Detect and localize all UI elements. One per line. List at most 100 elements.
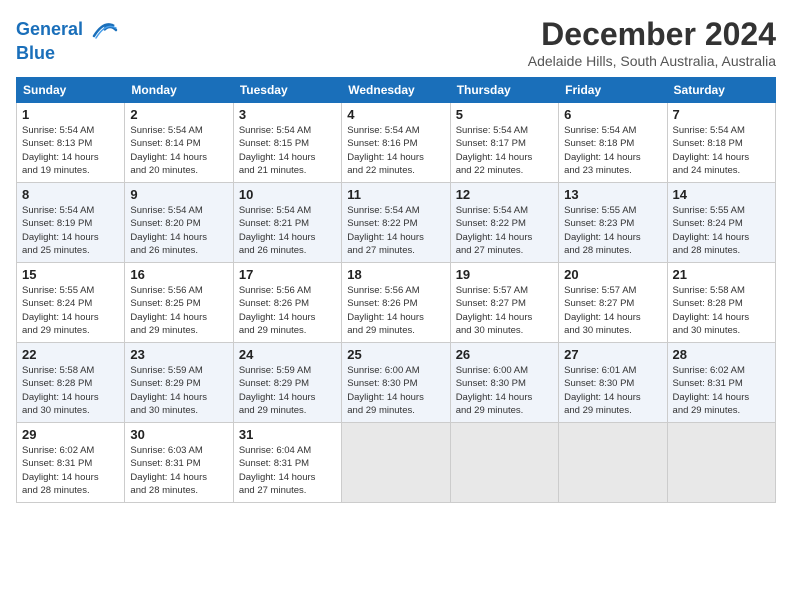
day-info: Sunrise: 5:54 AM Sunset: 8:22 PM Dayligh… — [456, 204, 553, 257]
day-number: 27 — [564, 347, 661, 362]
logo-text: General — [16, 16, 118, 44]
header-day-sunday: Sunday — [17, 78, 125, 103]
day-number: 18 — [347, 267, 444, 282]
calendar-cell: 20 Sunrise: 5:57 AM Sunset: 8:27 PM Dayl… — [559, 263, 667, 343]
calendar-cell: 21 Sunrise: 5:58 AM Sunset: 8:28 PM Dayl… — [667, 263, 775, 343]
calendar-cell: 22 Sunrise: 5:58 AM Sunset: 8:28 PM Dayl… — [17, 343, 125, 423]
day-number: 24 — [239, 347, 336, 362]
calendar-cell: 13 Sunrise: 5:55 AM Sunset: 8:23 PM Dayl… — [559, 183, 667, 263]
day-info: Sunrise: 5:56 AM Sunset: 8:26 PM Dayligh… — [347, 284, 444, 337]
calendar-cell: 28 Sunrise: 6:02 AM Sunset: 8:31 PM Dayl… — [667, 343, 775, 423]
day-info: Sunrise: 5:55 AM Sunset: 8:24 PM Dayligh… — [22, 284, 119, 337]
day-number: 28 — [673, 347, 770, 362]
header-day-friday: Friday — [559, 78, 667, 103]
calendar-cell: 9 Sunrise: 5:54 AM Sunset: 8:20 PM Dayli… — [125, 183, 233, 263]
calendar-cell: 11 Sunrise: 5:54 AM Sunset: 8:22 PM Dayl… — [342, 183, 450, 263]
calendar-cell: 17 Sunrise: 5:56 AM Sunset: 8:26 PM Dayl… — [233, 263, 341, 343]
day-number: 8 — [22, 187, 119, 202]
week-row-4: 22 Sunrise: 5:58 AM Sunset: 8:28 PM Dayl… — [17, 343, 776, 423]
header-day-wednesday: Wednesday — [342, 78, 450, 103]
day-number: 11 — [347, 187, 444, 202]
day-number: 3 — [239, 107, 336, 122]
day-number: 14 — [673, 187, 770, 202]
day-number: 13 — [564, 187, 661, 202]
calendar-cell — [559, 423, 667, 503]
day-number: 7 — [673, 107, 770, 122]
month-title: December 2024 — [528, 16, 776, 53]
day-info: Sunrise: 5:55 AM Sunset: 8:23 PM Dayligh… — [564, 204, 661, 257]
header: General Blue December 2024 Adelaide Hill… — [16, 16, 776, 69]
calendar-cell: 23 Sunrise: 5:59 AM Sunset: 8:29 PM Dayl… — [125, 343, 233, 423]
day-info: Sunrise: 5:54 AM Sunset: 8:13 PM Dayligh… — [22, 124, 119, 177]
logo: General Blue — [16, 16, 118, 64]
day-info: Sunrise: 5:54 AM Sunset: 8:18 PM Dayligh… — [564, 124, 661, 177]
day-number: 1 — [22, 107, 119, 122]
location-title: Adelaide Hills, South Australia, Austral… — [528, 53, 776, 69]
day-number: 4 — [347, 107, 444, 122]
day-info: Sunrise: 6:02 AM Sunset: 8:31 PM Dayligh… — [22, 444, 119, 497]
calendar-cell: 16 Sunrise: 5:56 AM Sunset: 8:25 PM Dayl… — [125, 263, 233, 343]
header-day-tuesday: Tuesday — [233, 78, 341, 103]
title-area: December 2024 Adelaide Hills, South Aust… — [528, 16, 776, 69]
day-info: Sunrise: 5:54 AM Sunset: 8:15 PM Dayligh… — [239, 124, 336, 177]
calendar-cell — [667, 423, 775, 503]
day-number: 21 — [673, 267, 770, 282]
header-day-monday: Monday — [125, 78, 233, 103]
day-info: Sunrise: 5:54 AM Sunset: 8:14 PM Dayligh… — [130, 124, 227, 177]
day-number: 9 — [130, 187, 227, 202]
day-info: Sunrise: 5:56 AM Sunset: 8:25 PM Dayligh… — [130, 284, 227, 337]
day-info: Sunrise: 5:54 AM Sunset: 8:21 PM Dayligh… — [239, 204, 336, 257]
calendar-cell: 5 Sunrise: 5:54 AM Sunset: 8:17 PM Dayli… — [450, 103, 558, 183]
calendar-cell: 10 Sunrise: 5:54 AM Sunset: 8:21 PM Dayl… — [233, 183, 341, 263]
day-info: Sunrise: 6:02 AM Sunset: 8:31 PM Dayligh… — [673, 364, 770, 417]
calendar-cell: 27 Sunrise: 6:01 AM Sunset: 8:30 PM Dayl… — [559, 343, 667, 423]
calendar-cell: 12 Sunrise: 5:54 AM Sunset: 8:22 PM Dayl… — [450, 183, 558, 263]
logo-icon — [90, 16, 118, 44]
day-number: 16 — [130, 267, 227, 282]
day-info: Sunrise: 5:54 AM Sunset: 8:22 PM Dayligh… — [347, 204, 444, 257]
day-number: 17 — [239, 267, 336, 282]
day-info: Sunrise: 5:56 AM Sunset: 8:26 PM Dayligh… — [239, 284, 336, 337]
day-info: Sunrise: 5:55 AM Sunset: 8:24 PM Dayligh… — [673, 204, 770, 257]
calendar-cell: 31 Sunrise: 6:04 AM Sunset: 8:31 PM Dayl… — [233, 423, 341, 503]
day-info: Sunrise: 6:00 AM Sunset: 8:30 PM Dayligh… — [347, 364, 444, 417]
day-number: 23 — [130, 347, 227, 362]
day-info: Sunrise: 5:54 AM Sunset: 8:18 PM Dayligh… — [673, 124, 770, 177]
day-info: Sunrise: 6:00 AM Sunset: 8:30 PM Dayligh… — [456, 364, 553, 417]
week-row-1: 1 Sunrise: 5:54 AM Sunset: 8:13 PM Dayli… — [17, 103, 776, 183]
week-row-5: 29 Sunrise: 6:02 AM Sunset: 8:31 PM Dayl… — [17, 423, 776, 503]
day-number: 25 — [347, 347, 444, 362]
calendar-cell: 26 Sunrise: 6:00 AM Sunset: 8:30 PM Dayl… — [450, 343, 558, 423]
day-info: Sunrise: 5:54 AM Sunset: 8:20 PM Dayligh… — [130, 204, 227, 257]
day-number: 12 — [456, 187, 553, 202]
calendar-table: SundayMondayTuesdayWednesdayThursdayFrid… — [16, 77, 776, 503]
calendar-cell: 7 Sunrise: 5:54 AM Sunset: 8:18 PM Dayli… — [667, 103, 775, 183]
calendar-cell: 30 Sunrise: 6:03 AM Sunset: 8:31 PM Dayl… — [125, 423, 233, 503]
day-number: 31 — [239, 427, 336, 442]
day-info: Sunrise: 6:04 AM Sunset: 8:31 PM Dayligh… — [239, 444, 336, 497]
calendar-cell: 1 Sunrise: 5:54 AM Sunset: 8:13 PM Dayli… — [17, 103, 125, 183]
day-number: 19 — [456, 267, 553, 282]
header-row: SundayMondayTuesdayWednesdayThursdayFrid… — [17, 78, 776, 103]
day-number: 5 — [456, 107, 553, 122]
day-number: 22 — [22, 347, 119, 362]
calendar-cell: 3 Sunrise: 5:54 AM Sunset: 8:15 PM Dayli… — [233, 103, 341, 183]
day-number: 29 — [22, 427, 119, 442]
day-number: 6 — [564, 107, 661, 122]
day-info: Sunrise: 5:59 AM Sunset: 8:29 PM Dayligh… — [130, 364, 227, 417]
day-info: Sunrise: 5:57 AM Sunset: 8:27 PM Dayligh… — [456, 284, 553, 337]
calendar-cell: 4 Sunrise: 5:54 AM Sunset: 8:16 PM Dayli… — [342, 103, 450, 183]
day-info: Sunrise: 5:59 AM Sunset: 8:29 PM Dayligh… — [239, 364, 336, 417]
day-number: 30 — [130, 427, 227, 442]
day-info: Sunrise: 5:54 AM Sunset: 8:16 PM Dayligh… — [347, 124, 444, 177]
week-row-3: 15 Sunrise: 5:55 AM Sunset: 8:24 PM Dayl… — [17, 263, 776, 343]
calendar-cell: 29 Sunrise: 6:02 AM Sunset: 8:31 PM Dayl… — [17, 423, 125, 503]
day-info: Sunrise: 5:58 AM Sunset: 8:28 PM Dayligh… — [22, 364, 119, 417]
calendar-cell: 2 Sunrise: 5:54 AM Sunset: 8:14 PM Dayli… — [125, 103, 233, 183]
week-row-2: 8 Sunrise: 5:54 AM Sunset: 8:19 PM Dayli… — [17, 183, 776, 263]
calendar-cell: 18 Sunrise: 5:56 AM Sunset: 8:26 PM Dayl… — [342, 263, 450, 343]
calendar-cell — [450, 423, 558, 503]
calendar-cell: 15 Sunrise: 5:55 AM Sunset: 8:24 PM Dayl… — [17, 263, 125, 343]
header-day-thursday: Thursday — [450, 78, 558, 103]
calendar-cell: 19 Sunrise: 5:57 AM Sunset: 8:27 PM Dayl… — [450, 263, 558, 343]
